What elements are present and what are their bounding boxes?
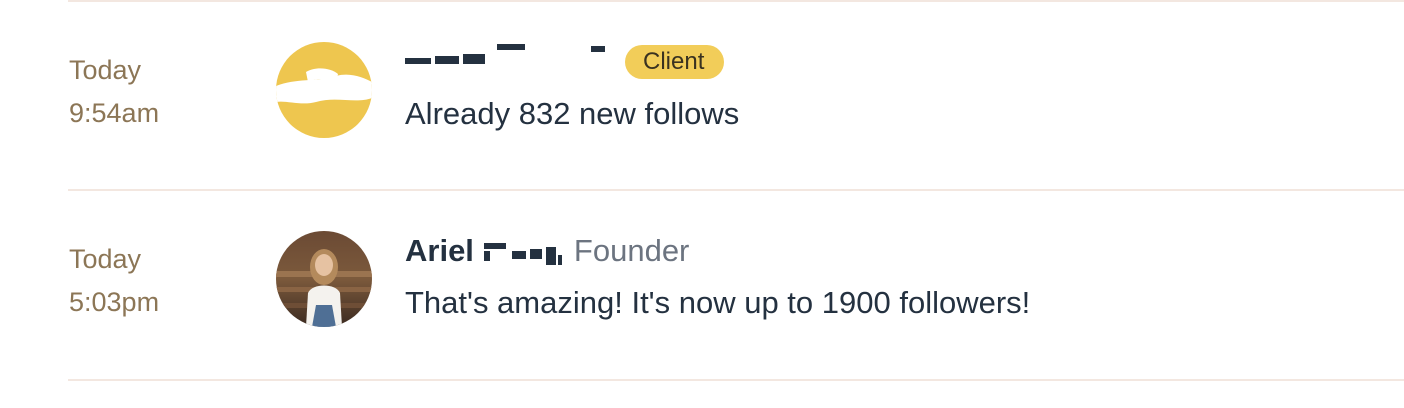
timestamp-date: Today — [69, 55, 142, 85]
message-text: That's amazing! It's now up to 1900 foll… — [405, 285, 1031, 320]
message-content: Ariel Founder That's amazing! It's now u… — [405, 231, 1030, 321]
client-badge: Client — [625, 45, 725, 79]
message-row[interactable]: Today 9:54am Client Already 832 new foll… — [0, 2, 1404, 190]
sender-role: Founder — [573, 233, 690, 268]
message-text: Already 832 new follows — [405, 96, 740, 131]
timestamp: Today 5:03pm — [69, 238, 159, 324]
avatar[interactable] — [276, 231, 372, 327]
initials-avatar-icon — [276, 42, 372, 138]
person-photo-icon — [276, 231, 372, 327]
message-content: Client Already 832 new follows — [405, 42, 739, 132]
activity-feed: Today 9:54am Client Already 832 new foll… — [0, 0, 1404, 408]
timestamp-time: 5:03pm — [69, 287, 160, 317]
message-row[interactable]: Today 5:03pm Ariel Founder That's amazin… — [0, 191, 1404, 379]
sender-name-redacted — [405, 38, 619, 86]
sender-line: Ariel Founder — [405, 231, 1030, 271]
redacted-surname-icon — [483, 243, 562, 265]
timestamp: Today 9:54am — [69, 49, 159, 135]
sender-name: Ariel — [405, 233, 474, 268]
redacted-name-icon — [405, 44, 605, 64]
timestamp-time: 9:54am — [69, 98, 160, 128]
timestamp-date: Today — [69, 244, 142, 274]
sender-line: Client — [405, 42, 739, 82]
divider — [68, 379, 1404, 381]
avatar[interactable] — [276, 42, 372, 138]
